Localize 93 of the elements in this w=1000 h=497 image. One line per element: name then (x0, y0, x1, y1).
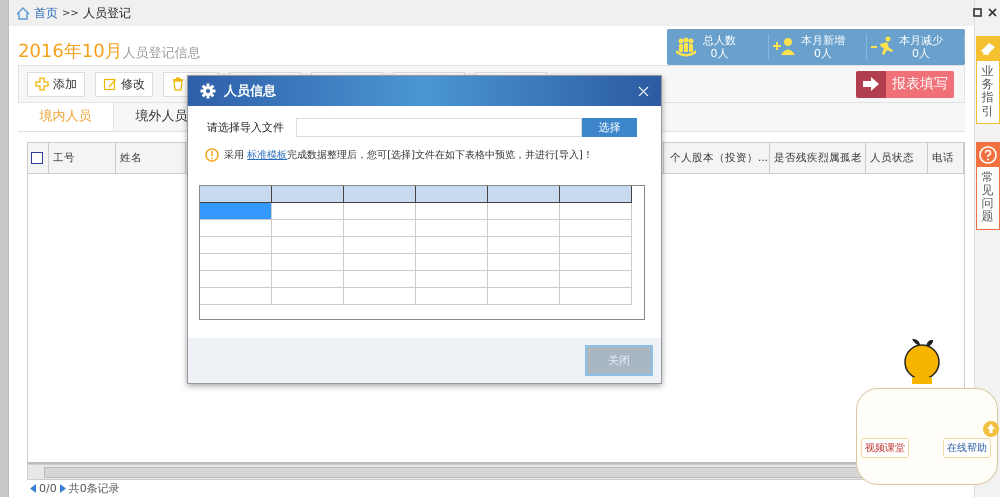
grid-header-cell (272, 186, 344, 203)
grid-cell[interactable] (200, 271, 272, 288)
restore-icon (972, 8, 982, 17)
grid-cell[interactable] (272, 254, 344, 271)
warning-icon (205, 148, 219, 162)
scrollbar[interactable] (0, 0, 9, 497)
grid-cell[interactable] (488, 271, 560, 288)
people-icon (675, 36, 697, 58)
grid-cell[interactable] (560, 254, 632, 271)
side-tab[interactable]: 常见问题 (976, 142, 1000, 230)
grid-cell[interactable] (344, 220, 416, 237)
home-icon (16, 6, 30, 20)
page-indicator: 0/0 (39, 482, 57, 495)
grid-header-cell (560, 186, 632, 203)
grid-cell[interactable] (272, 203, 344, 220)
breadcrumb-separator: >> (62, 8, 79, 18)
column-header[interactable]: 是否残疾烈属孤老 (770, 143, 866, 173)
toolbar-button[interactable]: 修改 (95, 72, 153, 96)
grid-cell[interactable] (200, 203, 272, 220)
grid-cell[interactable] (344, 203, 416, 220)
grid-cell[interactable] (272, 220, 344, 237)
trash-icon (171, 77, 185, 91)
grid-cell[interactable] (344, 271, 416, 288)
grid-cell[interactable] (488, 220, 560, 237)
next-icon (60, 484, 66, 493)
stat-value: 0人 (710, 47, 728, 60)
column-header[interactable]: 姓名 (116, 143, 186, 173)
help-button[interactable]: 在线帮助 (943, 438, 991, 458)
grid-header-cell (344, 186, 416, 203)
close-icon (988, 8, 996, 17)
grid-cell[interactable] (416, 237, 488, 254)
toolbar-button[interactable]: 添加 (27, 72, 85, 96)
dialog-title: 人员信息 (224, 83, 276, 100)
home-link[interactable]: 首页 (34, 4, 58, 22)
grid-cell[interactable] (560, 288, 632, 305)
grid-cell[interactable] (488, 203, 560, 220)
grid-cell[interactable] (560, 271, 632, 288)
grid-header-cell (200, 186, 272, 203)
record-count: 共0条记录 (68, 481, 120, 496)
field-label: 请选择导入文件 (207, 120, 285, 135)
grid-header-cell (488, 186, 560, 203)
grid-cell[interactable] (488, 237, 560, 254)
grid-cell[interactable] (344, 288, 416, 305)
page-subtitle: 人员登记信息 (122, 46, 201, 61)
grid-cell[interactable] (416, 288, 488, 305)
notice-text: 采用 标准模板完成数据整理后，您可[选择]文件在如下表格中预览，并进行[导入]！ (224, 148, 593, 162)
gear-icon (200, 83, 216, 99)
grid-cell[interactable] (416, 220, 488, 237)
grid-cell[interactable] (488, 288, 560, 305)
add-person-icon (773, 36, 795, 58)
grid-cell[interactable] (200, 254, 272, 271)
grid-cell[interactable] (200, 237, 272, 254)
grid-cell[interactable] (200, 288, 272, 305)
column-header[interactable]: 电话 (928, 143, 964, 173)
grid-cell[interactable] (272, 271, 344, 288)
pencil-icon (103, 77, 117, 91)
column-header[interactable]: 工号 (49, 143, 116, 173)
grid-cell[interactable] (344, 254, 416, 271)
file-field[interactable] (296, 118, 582, 137)
grid-cell[interactable] (416, 254, 488, 271)
grid-cell[interactable] (200, 220, 272, 237)
column-header[interactable]: 人员状态 (866, 143, 928, 173)
close-icon (638, 86, 649, 96)
grid-cell[interactable] (272, 288, 344, 305)
close-button[interactable] (636, 84, 651, 98)
previous-icon (30, 484, 36, 493)
grid-cell[interactable] (560, 237, 632, 254)
grid-cell[interactable] (488, 254, 560, 271)
side-tab[interactable]: 业务指引 (976, 36, 1000, 124)
stat-value: 0人 (912, 47, 930, 60)
running-person-icon (871, 36, 893, 58)
eraser-icon (978, 41, 996, 57)
help-icon (978, 146, 996, 164)
checkbox[interactable] (31, 152, 43, 164)
plus-icon (35, 77, 49, 91)
grid-header-cell (416, 186, 488, 203)
stat-label: 本月新增 (801, 34, 845, 47)
grid-cell[interactable] (560, 220, 632, 237)
period-title: 2016年10月 (18, 41, 123, 62)
stat-label: 本月减少 (899, 34, 943, 47)
stat-value: 0人 (814, 47, 832, 60)
breadcrumb-current: 人员登记 (82, 4, 131, 22)
arrow-icon (862, 76, 880, 92)
stat-label: 总人数 (703, 34, 736, 47)
column-header[interactable]: 个人股本（投资）... (664, 143, 770, 173)
choose-button[interactable]: 选择 (582, 118, 637, 137)
grid-cell[interactable] (344, 237, 416, 254)
grid-cell[interactable] (272, 237, 344, 254)
grid-cell[interactable] (416, 271, 488, 288)
grid-cell[interactable] (560, 203, 632, 220)
grid-cell[interactable] (416, 203, 488, 220)
help-button[interactable]: 视频课堂 (861, 438, 909, 458)
template-link[interactable]: 标准模板 (247, 150, 288, 161)
